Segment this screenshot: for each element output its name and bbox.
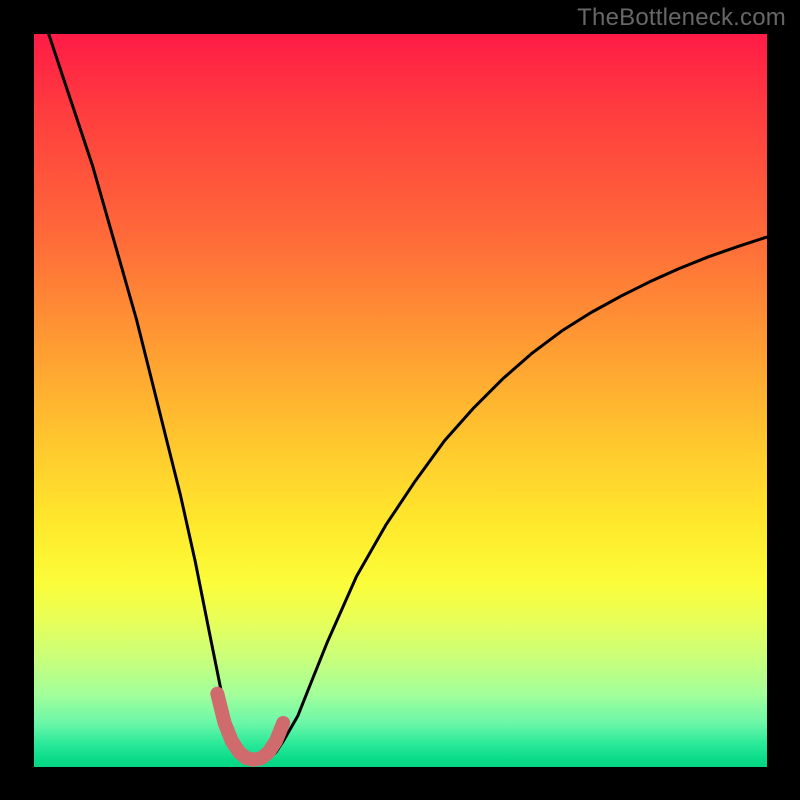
- chart-frame: TheBottleneck.com: [0, 0, 800, 800]
- optimal-region-highlight: [217, 694, 283, 760]
- plot-area: [34, 34, 767, 767]
- watermark-text: TheBottleneck.com: [577, 4, 786, 32]
- bottleneck-curve: [49, 34, 767, 760]
- curve-svg: [34, 34, 767, 767]
